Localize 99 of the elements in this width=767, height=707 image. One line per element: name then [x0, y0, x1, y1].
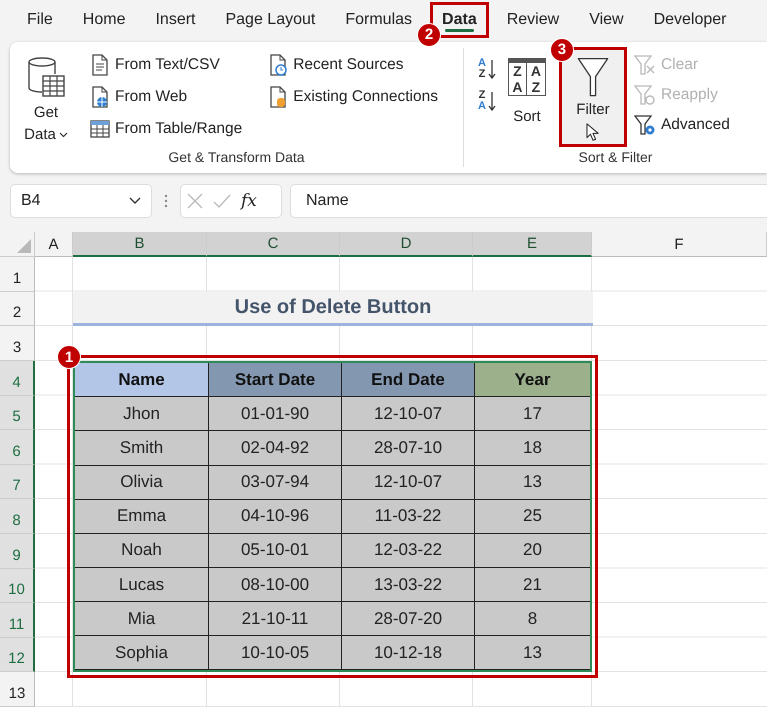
ribbon-button[interactable]: Advanced [632, 110, 732, 140]
check-icon[interactable] [213, 193, 231, 210]
table-cell: 28-07-20 [342, 602, 475, 636]
spreadsheet-grid[interactable] [0, 232, 767, 707]
row-header[interactable]: 8 [0, 499, 35, 534]
table-cell: Lucas [75, 568, 209, 602]
table-cell: 10-12-18 [342, 636, 475, 670]
sheet-title: Use of Delete Button [73, 292, 593, 326]
callout-badge: 1 [57, 345, 81, 370]
table-icon [90, 118, 110, 140]
row-header[interactable]: 11 [0, 603, 35, 638]
table-cell: 13 [475, 466, 590, 500]
row-header[interactable]: 13 [0, 672, 35, 707]
row-header[interactable]: 2 [0, 292, 35, 326]
table-cell: Noah [75, 534, 209, 568]
column-header[interactable]: E [473, 232, 592, 258]
table-cell: 21 [475, 568, 590, 602]
row-header[interactable]: 4 [0, 361, 35, 396]
table-cell: 25 [475, 500, 590, 534]
row-header[interactable]: 3 [0, 326, 35, 362]
table-cell: Sophia [75, 636, 209, 670]
formula-input[interactable]: Name [290, 184, 767, 218]
column-header[interactable]: C [207, 232, 340, 258]
row-header[interactable]: 6 [0, 430, 35, 465]
row-header[interactable]: 12 [0, 638, 35, 672]
ribbon-tab[interactable]: Review [498, 4, 568, 35]
table-cell: 18 [475, 431, 590, 466]
table-cell: 05-10-01 [209, 534, 342, 568]
ribbon-tab[interactable]: Home [74, 4, 134, 35]
table-cell: Smith [75, 431, 209, 466]
column-header[interactable]: D [340, 232, 473, 258]
ribbon-button[interactable]: From Table/Range [88, 114, 244, 144]
ribbon-button[interactable]: Recent Sources [266, 50, 440, 80]
ribbon-button[interactable]: From Text/CSV [88, 50, 244, 80]
ribbon-tab[interactable]: View [580, 4, 633, 35]
ribbon-button[interactable]: From Web [88, 82, 244, 112]
table-cell: 02-04-92 [209, 431, 342, 466]
name-box[interactable]: B4 [10, 184, 152, 218]
table-cell: Jhon [75, 397, 209, 432]
ribbon-tab[interactable]: Developer [644, 4, 736, 35]
sort-button[interactable]: Z A A Z Sort [504, 52, 550, 150]
select-all-icon[interactable] [17, 239, 31, 254]
table-cell: 08-10-00 [209, 568, 342, 602]
document-icon [90, 86, 110, 108]
table-cell: 12-10-07 [342, 466, 475, 500]
get-data-button[interactable]: Get Data [16, 54, 76, 150]
table-cell: 11-03-22 [342, 500, 475, 534]
row-header[interactable]: 5 [0, 396, 35, 430]
row-header[interactable]: 10 [0, 568, 35, 604]
ribbon-tab[interactable]: Insert [146, 4, 204, 35]
table-header-cell: End Date [342, 363, 475, 398]
down-arrow-icon [488, 58, 496, 80]
insert-function-button[interactable]: fx [241, 191, 257, 212]
document-database-icon [268, 86, 288, 108]
ribbon-tab[interactable]: File [18, 4, 62, 35]
sort-descending-button[interactable]: Z A [476, 88, 498, 114]
table-cell: 20 [475, 534, 590, 568]
callout-badge: 3 [550, 38, 574, 62]
column-header[interactable]: A [35, 232, 73, 258]
cancel-icon[interactable] [187, 193, 203, 210]
sort-ascending-button[interactable]: A Z [476, 56, 498, 82]
caret-icon [58, 132, 68, 138]
down-arrow-icon [488, 90, 496, 112]
funnel-gear-icon [634, 114, 656, 136]
document-icon [90, 54, 110, 76]
table-cell: 12-10-07 [342, 397, 475, 432]
group-label: Get & Transform Data [167, 149, 306, 168]
table-cell: 21-10-11 [209, 602, 342, 636]
table-cell: 03-07-94 [209, 466, 342, 500]
document-clock-icon [268, 54, 288, 76]
table-cell: 13 [475, 636, 590, 670]
mouse-cursor-icon [584, 122, 601, 142]
table-cell: Olivia [75, 466, 209, 500]
funnel-refresh-icon [634, 84, 656, 106]
column-header[interactable]: B [73, 232, 207, 258]
table-cell: 17 [475, 397, 590, 432]
table-cell: 01-01-90 [209, 397, 342, 432]
callout-badge: 2 [417, 22, 442, 47]
table-header-cell: Name [75, 363, 209, 398]
ribbon-tab[interactable]: Page Layout [216, 4, 324, 35]
table-cell: Mia [75, 602, 209, 636]
grip-icon [164, 194, 168, 208]
ribbon-button[interactable]: Existing Connections [266, 82, 440, 112]
table-header-cell: Start Date [209, 363, 342, 398]
row-header[interactable]: 9 [0, 534, 35, 569]
row-header[interactable]: 7 [0, 464, 35, 500]
table-cell: 10-10-05 [209, 636, 342, 670]
column-header[interactable]: F [592, 232, 767, 258]
table-cell: Emma [75, 500, 209, 534]
chevron-down-icon [129, 197, 141, 206]
row-header[interactable]: 1 [0, 257, 35, 292]
table-cell: 04-10-96 [209, 500, 342, 534]
table-cell: 13-03-22 [342, 568, 475, 602]
table-header-cell: Year [475, 363, 590, 398]
group-label: Sort & Filter [578, 149, 654, 168]
funnel-x-icon [634, 54, 656, 76]
table-cell: 8 [475, 602, 590, 636]
table-cell: 12-03-22 [342, 534, 475, 568]
table-cell: 28-07-10 [342, 431, 475, 466]
